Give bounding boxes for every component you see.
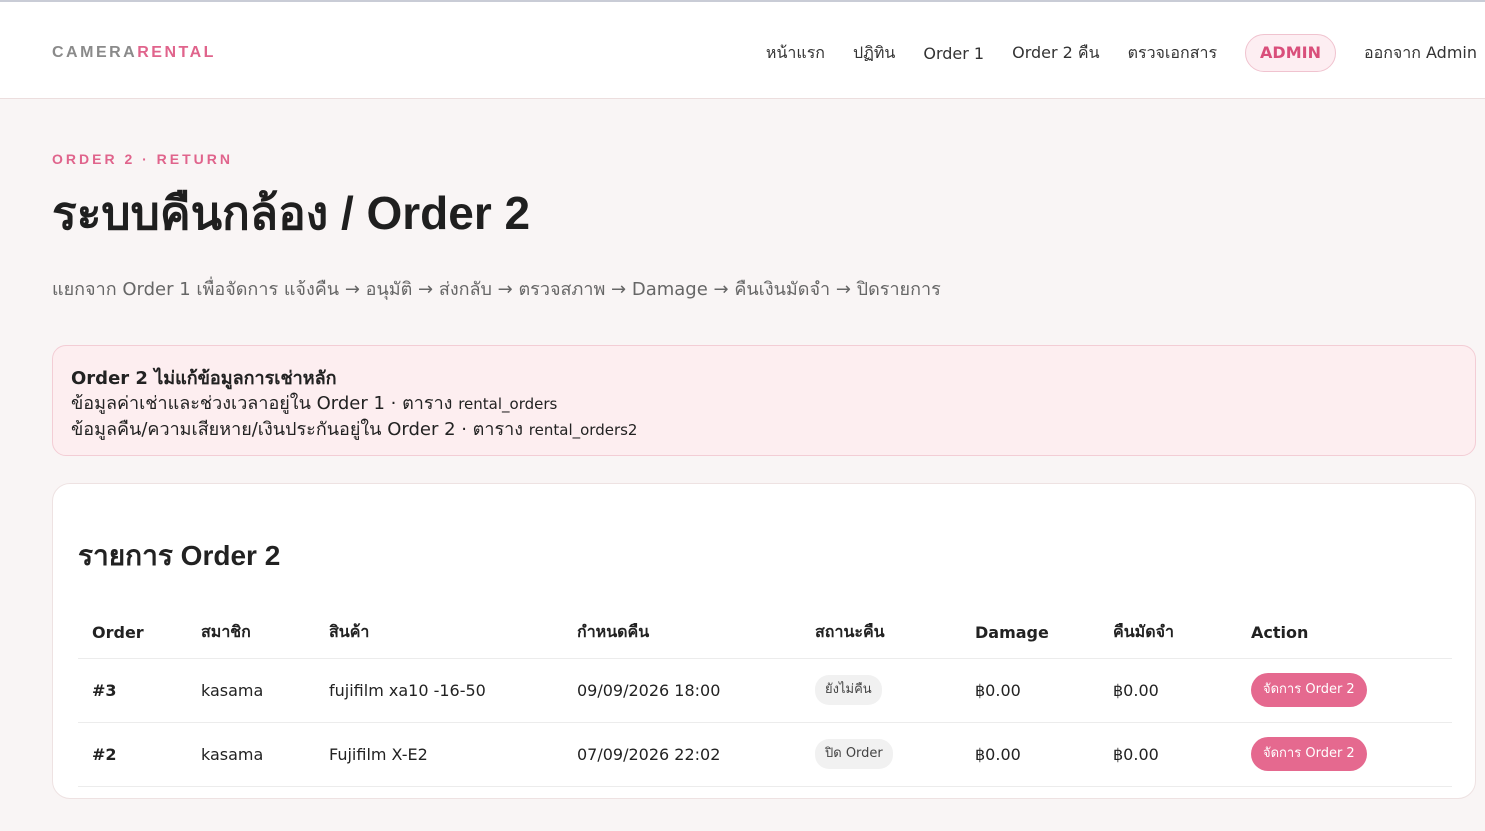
- nav-home[interactable]: หน้าแรก: [766, 41, 825, 66]
- action-cell: จัดการ Order 2: [1237, 722, 1452, 787]
- col-header-product: สินค้า: [315, 608, 563, 659]
- notice-line-2-table: rental_orders2: [528, 421, 638, 439]
- notice-line-1-table: rental_orders: [458, 395, 558, 413]
- notice-title: Order 2 ไม่แก้ข้อมูลการเช่าหลัก: [71, 368, 337, 389]
- nav-calendar[interactable]: ปฏิทิน: [853, 41, 895, 66]
- col-header-status: สถานะคืน: [801, 608, 961, 659]
- product-name: fujifilm xa10 -16-50: [315, 658, 563, 723]
- order-id: #3: [78, 658, 187, 723]
- logout-link[interactable]: ออกจาก Admin: [1364, 41, 1477, 66]
- due-date: 09/09/2026 18:00: [563, 658, 801, 723]
- status-badge: ยังไม่คืน: [815, 675, 882, 705]
- table-row: #3 kasama fujifilm xa10 -16-50 09/09/202…: [78, 658, 1452, 723]
- card-title: รายการ Order 2: [78, 540, 281, 571]
- browser-top-border: [0, 0, 1485, 8]
- nav-order2-return[interactable]: Order 2 คืน: [1012, 41, 1099, 66]
- brand-part-camera: CAMERA: [52, 44, 138, 61]
- damage-amount: ฿0.00: [961, 722, 1099, 787]
- col-header-due: กำหนดคืน: [563, 608, 801, 659]
- action-cell: จัดการ Order 2: [1237, 658, 1452, 723]
- refund-amount: ฿0.00: [1099, 658, 1237, 723]
- order2-list-card: รายการ Order 2 Order สมาชิก สินค้า กำหนด…: [52, 483, 1476, 799]
- status-cell: ยังไม่คืน: [801, 658, 961, 723]
- site-header: CAMERARENTAL หน้าแรก ปฏิทิน Order 1 Orde…: [0, 8, 1485, 99]
- col-header-refund: คืนมัดจำ: [1099, 608, 1237, 659]
- order2-table: Order สมาชิก สินค้า กำหนดคืน สถานะคืน Da…: [78, 608, 1452, 787]
- page-eyebrow: ORDER 2 · RETURN: [52, 151, 234, 167]
- table-row: #2 kasama Fujifilm X-E2 07/09/2026 22:02…: [78, 722, 1452, 787]
- nav-check-documents[interactable]: ตรวจเอกสาร: [1128, 41, 1217, 66]
- page-subtitle: แยกจาก Order 1 เพื่อจัดการ แจ้งคืน → อนุ…: [52, 279, 941, 300]
- damage-amount: ฿0.00: [961, 658, 1099, 723]
- notice-line-2: ข้อมูลคืน/ความเสียหาย/เงินประกันอยู่ใน O…: [71, 417, 1457, 443]
- notice-line-2-text: ข้อมูลคืน/ความเสียหาย/เงินประกันอยู่ใน O…: [71, 419, 524, 440]
- info-notice: Order 2 ไม่แก้ข้อมูลการเช่าหลัก ข้อมูลค่…: [52, 345, 1476, 456]
- col-header-damage: Damage: [961, 608, 1099, 659]
- page-hero: ORDER 2 · RETURN ระบบคืนกล้อง / Order 2 …: [0, 99, 1485, 303]
- status-cell: ปิด Order: [801, 722, 961, 787]
- col-header-member: สมาชิก: [187, 608, 315, 659]
- col-header-action: Action: [1237, 608, 1452, 659]
- page-title: ระบบคืนกล้อง / Order 2: [52, 187, 531, 239]
- col-header-order: Order: [78, 608, 187, 659]
- member-name: kasama: [187, 722, 315, 787]
- member-name: kasama: [187, 658, 315, 723]
- brand-part-rental: RENTAL: [137, 44, 216, 61]
- notice-line-1: ข้อมูลค่าเช่าและช่วงเวลาอยู่ใน Order 1 ·…: [71, 391, 1457, 417]
- manage-order2-button[interactable]: จัดการ Order 2: [1251, 737, 1367, 771]
- status-badge: ปิด Order: [815, 739, 893, 769]
- refund-amount: ฿0.00: [1099, 722, 1237, 787]
- brand-logo[interactable]: CAMERARENTAL: [52, 44, 216, 62]
- notice-line-1-text: ข้อมูลค่าเช่าและช่วงเวลาอยู่ใน Order 1 ·…: [71, 393, 453, 414]
- product-name: Fujifilm X-E2: [315, 722, 563, 787]
- admin-badge[interactable]: ADMIN: [1245, 34, 1336, 72]
- nav-order1[interactable]: Order 1: [923, 44, 984, 63]
- manage-order2-button[interactable]: จัดการ Order 2: [1251, 673, 1367, 707]
- order-id: #2: [78, 722, 187, 787]
- table-header-row: Order สมาชิก สินค้า กำหนดคืน สถานะคืน Da…: [78, 608, 1452, 659]
- due-date: 07/09/2026 22:02: [563, 722, 801, 787]
- main-nav: หน้าแรก ปฏิทิน Order 1 Order 2 คืน ตรวจเ…: [738, 34, 1477, 72]
